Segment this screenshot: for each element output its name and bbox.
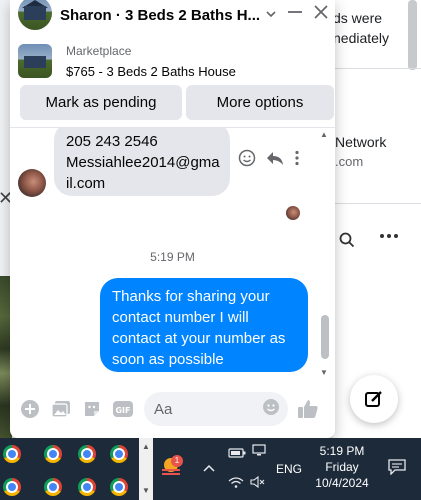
chat-title[interactable]: Sharon · 3 Beds 2 Baths H... bbox=[60, 7, 260, 24]
message-line: Thanks for sharing your bbox=[112, 288, 270, 305]
clock-date: 10/4/2024 bbox=[315, 476, 369, 490]
close-icon[interactable] bbox=[313, 4, 329, 25]
taskbar-scroller[interactable]: ▲ ▼ bbox=[139, 438, 153, 500]
search-icon[interactable] bbox=[339, 232, 355, 253]
chat-window: Sharon · 3 Beds 2 Baths H... Marketplace… bbox=[10, 0, 335, 438]
incoming-message[interactable]: 205 243 2546 Messiahlee2014@gma il.com bbox=[54, 128, 230, 196]
image-icon[interactable] bbox=[49, 397, 73, 421]
more-options-button[interactable]: More options bbox=[186, 85, 334, 120]
contact-avatar[interactable] bbox=[18, 0, 52, 30]
wifi-icon[interactable] bbox=[228, 476, 244, 491]
taskbar-apps bbox=[0, 438, 132, 500]
scroll-up-icon[interactable]: ▲ bbox=[320, 130, 328, 139]
message-line: 205 243 2546 bbox=[66, 133, 158, 150]
message-input-placeholder: Aa bbox=[154, 400, 173, 418]
reply-icon[interactable] bbox=[266, 150, 284, 171]
sticker-icon[interactable] bbox=[80, 397, 104, 421]
clock-day: Friday bbox=[325, 460, 359, 474]
emoji-icon[interactable] bbox=[262, 398, 280, 421]
battery-icon[interactable] bbox=[228, 446, 246, 461]
message-line: il.com bbox=[66, 175, 106, 192]
chrome-icon[interactable] bbox=[3, 445, 21, 463]
like-icon[interactable] bbox=[296, 397, 320, 421]
chrome-icon[interactable] bbox=[3, 478, 21, 496]
input-language[interactable]: ENG bbox=[276, 462, 302, 476]
more-vertical-icon[interactable] bbox=[294, 150, 300, 171]
divider bbox=[333, 203, 421, 204]
notification-badge: 1 bbox=[171, 455, 183, 467]
chrome-icon[interactable] bbox=[44, 445, 62, 463]
chat-header[interactable]: Sharon · 3 Beds 2 Baths H... bbox=[10, 0, 335, 30]
divider bbox=[333, 68, 421, 69]
message-line: Messiahlee2014@gma bbox=[66, 154, 220, 171]
marketplace-listing[interactable]: Marketplace $765 - 3 Beds 2 Baths House bbox=[10, 36, 335, 86]
message-line: soon as possible bbox=[112, 351, 224, 368]
read-receipt-avatar bbox=[286, 206, 300, 220]
svg-text:GIF: GIF bbox=[115, 406, 130, 415]
chrome-icon[interactable] bbox=[110, 478, 128, 496]
listing-thumbnail bbox=[18, 44, 52, 78]
message-timestamp: 5:19 PM bbox=[150, 250, 195, 264]
minimize-icon[interactable] bbox=[287, 4, 303, 25]
chevron-up-icon[interactable] bbox=[203, 460, 215, 475]
clock-time: 5:19 PM bbox=[319, 444, 365, 458]
compose-icon bbox=[365, 391, 382, 407]
more-horizontal-icon[interactable] bbox=[379, 228, 399, 249]
scroll-up-icon[interactable]: ▲ bbox=[142, 442, 150, 451]
chrome-icon[interactable] bbox=[44, 478, 62, 496]
marketplace-label: Marketplace bbox=[66, 43, 132, 58]
background-right-panel: ds were nediately Network .com bbox=[333, 0, 421, 438]
gif-icon[interactable]: GIF bbox=[111, 397, 135, 421]
chrome-icon[interactable] bbox=[78, 445, 96, 463]
taskbar: ▲ ▼ 1 ENG 5:19 PM Friday 10/4/2024 bbox=[0, 438, 421, 500]
new-message-button[interactable] bbox=[350, 375, 398, 423]
message-line: contact number I will bbox=[112, 309, 249, 326]
chat-scrollbar[interactable]: ▲ ▼ bbox=[318, 128, 332, 380]
scroll-down-icon[interactable]: ▼ bbox=[142, 486, 150, 495]
message-line: contact at your number as bbox=[112, 330, 286, 347]
listing-title: $765 - 3 Beds 2 Baths House bbox=[66, 63, 236, 79]
scrollbar-thumb[interactable] bbox=[321, 315, 329, 359]
background-text: nediately bbox=[333, 30, 390, 46]
background-text: .com bbox=[335, 154, 364, 169]
mark-as-pending-button[interactable]: Mark as pending bbox=[20, 85, 182, 120]
plus-icon[interactable] bbox=[18, 397, 42, 421]
system-clock[interactable]: 5:19 PM Friday 10/4/2024 bbox=[312, 443, 372, 491]
notifications-icon[interactable] bbox=[388, 459, 406, 480]
volume-muted-icon[interactable] bbox=[250, 475, 266, 491]
background-text: Network bbox=[335, 134, 387, 150]
chrome-icon[interactable] bbox=[78, 478, 96, 496]
message-list[interactable]: 205 243 2546 Messiahlee2014@gma il.com 5… bbox=[10, 128, 335, 382]
message-input[interactable]: Aa bbox=[144, 392, 288, 426]
scroll-down-icon[interactable]: ▼ bbox=[320, 368, 328, 377]
chrome-icon[interactable] bbox=[110, 445, 128, 463]
message-composer: GIF Aa bbox=[10, 388, 335, 430]
chevron-down-icon[interactable] bbox=[265, 4, 277, 25]
page-scrollbar[interactable] bbox=[408, 0, 417, 70]
outgoing-message[interactable]: Thanks for sharing your contact number I… bbox=[100, 278, 308, 372]
emoji-react-icon[interactable] bbox=[238, 149, 256, 172]
background-text: ds were bbox=[333, 10, 383, 26]
sender-avatar[interactable] bbox=[18, 169, 46, 197]
display-icon[interactable] bbox=[252, 444, 266, 459]
